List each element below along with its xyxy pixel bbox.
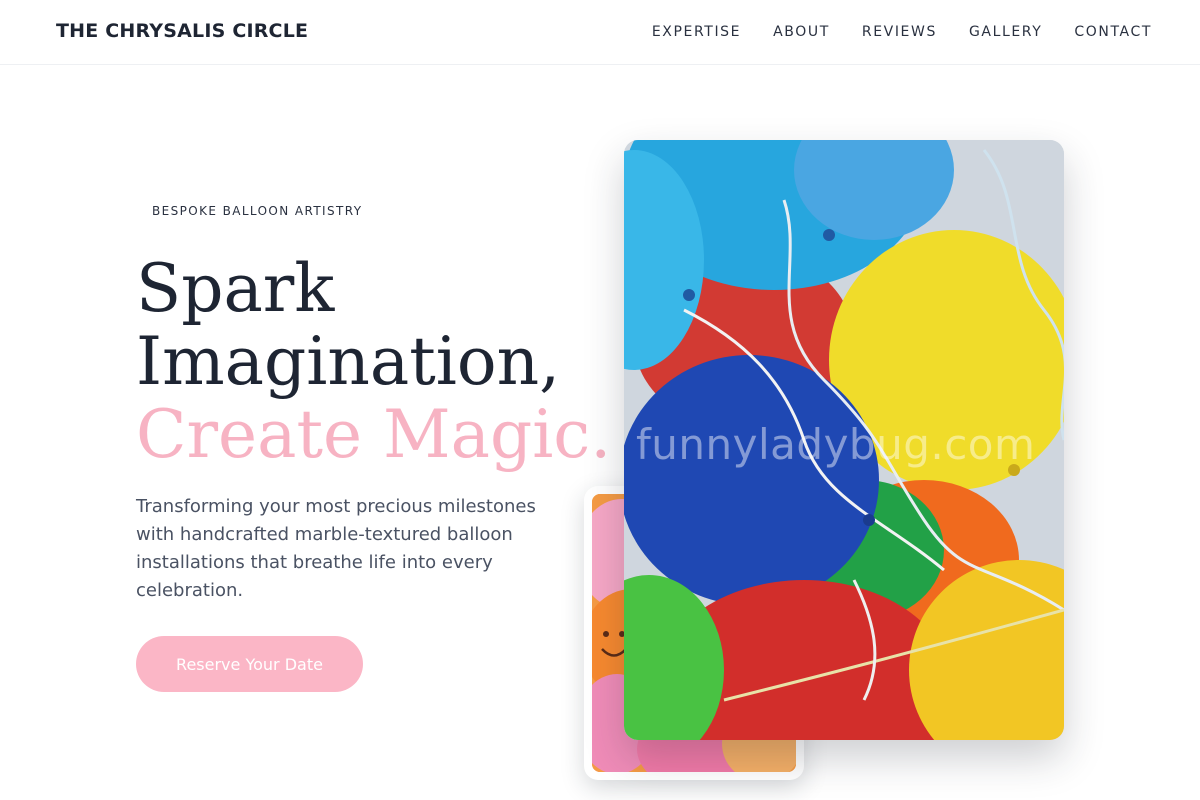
hero-eyebrow: BESPOKE BALLOON ARTISTRY (152, 204, 363, 218)
headline-line-2: Imagination, (136, 323, 561, 400)
headline-accent: Create Magic. (136, 396, 612, 473)
main-balloon-photo: funnyladybug.com (624, 140, 1064, 740)
nav-link-gallery[interactable]: GALLERY (969, 23, 1042, 41)
brand-logo[interactable]: THE CHRYSALIS CIRCLE (56, 20, 308, 42)
watermark-text: funnyladybug.com (636, 420, 1036, 469)
nav-link-contact[interactable]: CONTACT (1074, 23, 1152, 41)
hero-headline: Spark Imagination, Create Magic. (136, 250, 612, 473)
reserve-date-button[interactable]: Reserve Your Date (136, 636, 363, 692)
main-nav: EXPERTISE ABOUT REVIEWS GALLERY CONTACT (620, 23, 1152, 41)
top-navbar: THE CHRYSALIS CIRCLE EXPERTISE ABOUT REV… (0, 0, 1200, 65)
hero-description: Transforming your most precious mileston… (136, 496, 536, 601)
nav-link-about[interactable]: ABOUT (773, 23, 830, 41)
nav-link-reviews[interactable]: REVIEWS (862, 23, 937, 41)
headline-line-1: Spark (136, 250, 335, 327)
nav-link-expertise[interactable]: EXPERTISE (652, 23, 741, 41)
